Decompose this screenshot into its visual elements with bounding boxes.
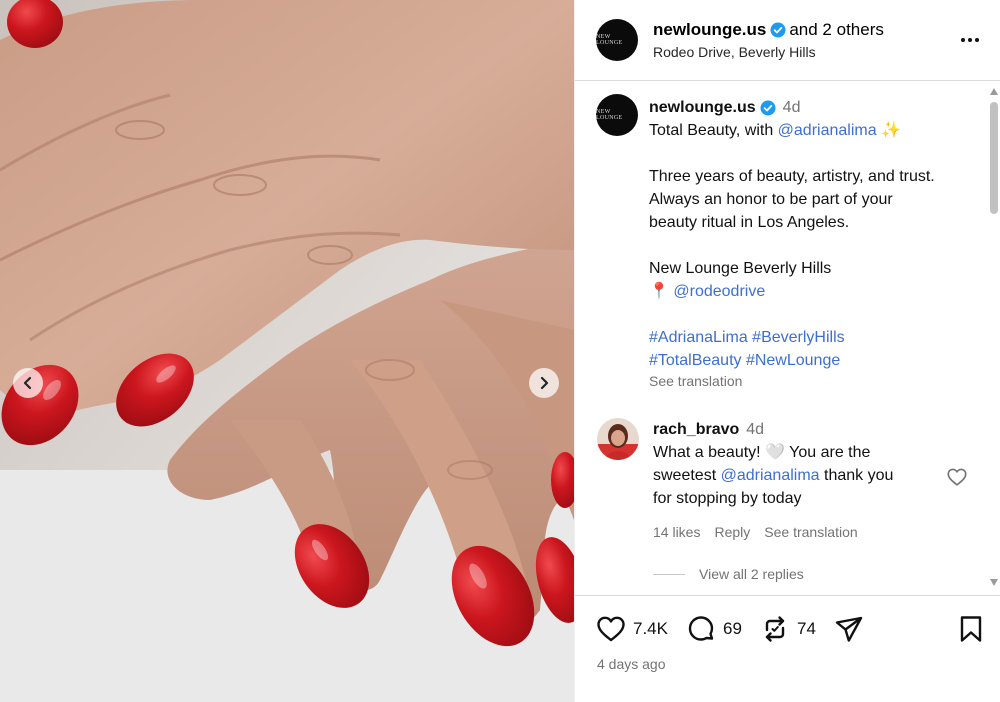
scroll-up-arrow-icon[interactable] [990, 88, 998, 95]
comments-list[interactable]: NEW LOUNGE newlounge.us 4d Total Beauty,… [575, 82, 987, 594]
caption-avatar-text: NEW LOUNGE [596, 109, 623, 121]
avatar-logo-text: NEW LOUNGE [596, 34, 623, 46]
caption-line: Three years of beauty, artistry, and tru… [649, 168, 935, 185]
repost-action: 74 [759, 613, 816, 645]
save-action [955, 613, 987, 645]
caption-username[interactable]: newlounge.us [649, 96, 756, 119]
heart-icon[interactable] [595, 613, 627, 645]
bookmark-icon[interactable] [955, 613, 987, 645]
post-actions: 7.4K 69 74 4 days ago [575, 595, 1000, 702]
comment-line: sweetest @adrianalima thank you [653, 467, 894, 484]
avatar[interactable]: NEW LOUNGE [596, 19, 638, 61]
more-icon [961, 38, 965, 42]
carousel-prev-button[interactable] [13, 368, 43, 398]
caption-line: New Lounge Beverly Hills [649, 260, 832, 277]
sparkles-icon: ✨ [876, 122, 901, 139]
caption-line: beauty ritual in Los Angeles. [649, 214, 850, 231]
comments-scrollbar[interactable] [987, 82, 1000, 594]
comment-likes[interactable]: 14 likes [653, 524, 700, 540]
replies-divider [653, 573, 685, 575]
see-translation-link[interactable]: See translation [649, 372, 979, 390]
post-media[interactable] [0, 0, 574, 702]
caption-line: 📍 @rodeodrive [649, 280, 979, 303]
comment-icon[interactable] [685, 613, 717, 645]
scroll-thumb[interactable] [990, 102, 998, 214]
comment-header: rach_bravo 4d [653, 418, 933, 441]
caption-time[interactable]: 4d [783, 96, 801, 119]
pin-icon: 📍 [649, 283, 669, 300]
repost-icon[interactable] [759, 613, 791, 645]
comment-count[interactable]: 69 [723, 619, 742, 639]
mention-link[interactable]: @adrianalima [778, 122, 877, 139]
comment-avatar[interactable] [597, 418, 639, 460]
comment-line: for stopping by today [653, 490, 802, 507]
scroll-down-arrow-icon[interactable] [990, 579, 998, 586]
caption: newlounge.us 4d Total Beauty, with @adri… [649, 96, 979, 390]
view-replies: View all 2 replies [653, 566, 804, 582]
location-link[interactable]: Rodeo Drive, Beverly Hills [653, 44, 816, 60]
comment-like-heart-icon[interactable] [946, 466, 968, 488]
mention-link[interactable]: @rodeodrive [673, 283, 765, 300]
view-replies-link[interactable]: View all 2 replies [699, 566, 804, 582]
like-count[interactable]: 7.4K [633, 619, 668, 639]
post-date[interactable]: 4 days ago [597, 656, 666, 672]
share-icon[interactable] [833, 613, 865, 645]
comment-line: What a beauty! 🤍 You are the [653, 444, 871, 461]
chevron-left-icon [23, 376, 32, 390]
more-options-button[interactable] [958, 28, 982, 52]
carousel-next-button[interactable] [529, 368, 559, 398]
post-side-panel: NEW LOUNGE newlounge.us and 2 others Rod… [574, 0, 1000, 702]
header-username[interactable]: newlounge.us [653, 20, 766, 40]
mention-link[interactable]: @adrianalima [721, 467, 820, 484]
verified-badge-icon [760, 100, 776, 116]
verified-badge-icon [770, 22, 786, 38]
comment: rach_bravo 4d What a beauty! 🤍 You are th… [653, 418, 933, 510]
caption-avatar[interactable]: NEW LOUNGE [596, 94, 638, 136]
post-header: NEW LOUNGE newlounge.us and 2 others Rod… [575, 0, 1000, 81]
comment-meta: 14 likes Reply See translation [653, 524, 858, 540]
share-action [833, 613, 865, 645]
repost-count[interactable]: 74 [797, 619, 816, 639]
header-username-row: newlounge.us and 2 others [653, 20, 884, 40]
comment-time[interactable]: 4d [746, 421, 764, 438]
like-action: 7.4K [595, 613, 668, 645]
caption-line: Always an honor to be part of your [649, 191, 893, 208]
reply-button[interactable]: Reply [714, 524, 750, 540]
hashtags[interactable]: #TotalBeauty #NewLounge [649, 349, 979, 372]
caption-header: newlounge.us 4d [649, 96, 979, 119]
comment-username[interactable]: rach_bravo [653, 421, 739, 438]
collaborators-link[interactable]: and 2 others [789, 20, 884, 40]
chevron-right-icon [540, 376, 549, 390]
comment-action: 69 [685, 613, 742, 645]
hashtags[interactable]: #AdrianaLima #BeverlyHills [649, 326, 979, 349]
caption-line: Total Beauty, with @adrianalima ✨ [649, 122, 901, 139]
avatar-photo [597, 418, 639, 460]
comment-see-translation[interactable]: See translation [764, 524, 857, 540]
post-photo [0, 0, 574, 702]
